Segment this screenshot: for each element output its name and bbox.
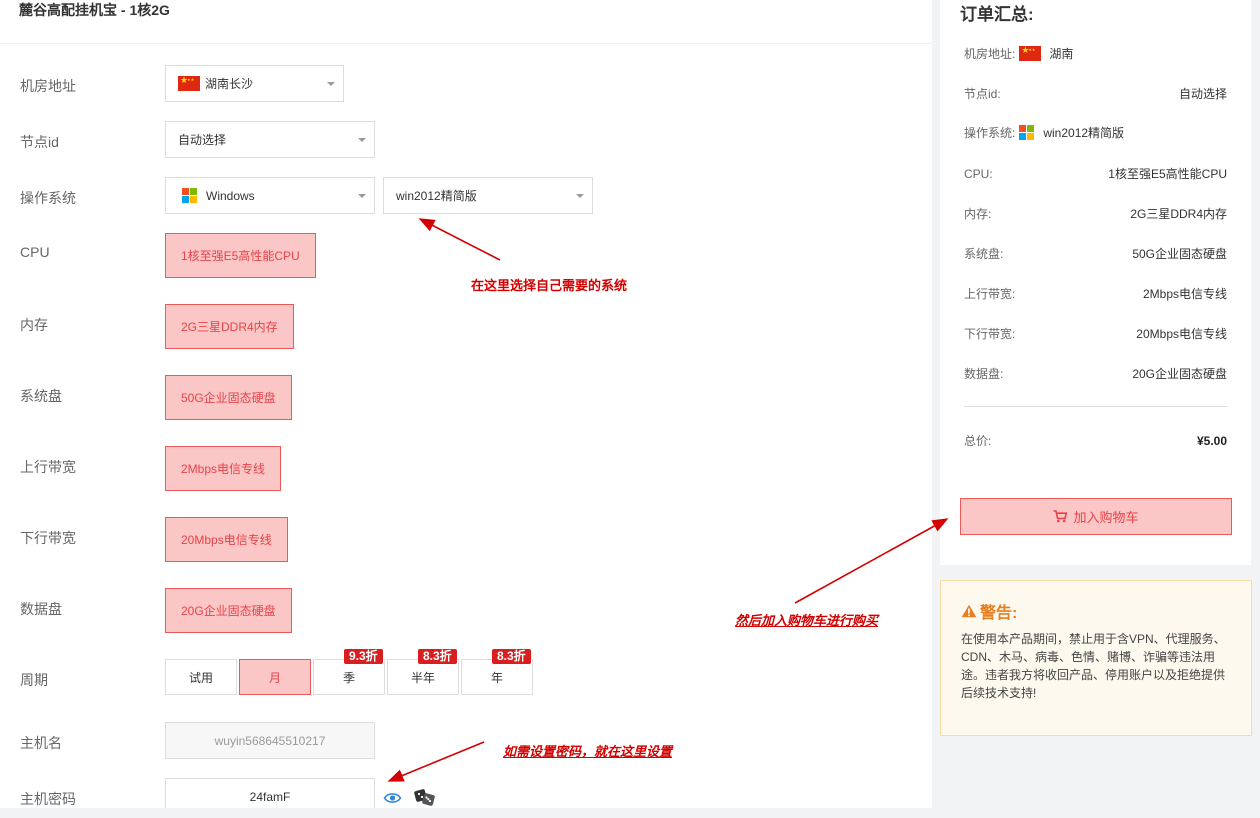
password-label: 主机密码 (20, 791, 76, 807)
summary-key: 系统盘: (964, 247, 1004, 261)
discount-badge: 9.3折 (344, 649, 383, 664)
warning-title: 警告: (980, 605, 1018, 622)
summary-row-os: 操作系统: win2012精简版 (964, 124, 1227, 141)
cpu-option[interactable]: 1核至强E5高性能CPU (165, 233, 316, 278)
china-flag-icon (178, 74, 200, 91)
warning-icon (961, 604, 977, 618)
datadisk-label: 数据盘 (20, 601, 62, 617)
node-select-value: 自动选择 (178, 133, 227, 147)
location-label: 机房地址 (20, 78, 76, 94)
summary-row-location: 机房地址: 湖南 (964, 44, 1227, 62)
summary-value: 自动选择 (1178, 87, 1227, 101)
chevron-down-icon (358, 138, 366, 142)
summary-row-cpu: CPU: 1核至强E5高性能CPU (964, 165, 1227, 182)
summary-key: 机房地址: (964, 47, 1016, 61)
warning-box: 警告: 在使用本产品期间，禁止用于含VPN、代理服务、CDN、木马、病毒、色情、… (940, 580, 1252, 736)
windows-icon (182, 187, 198, 204)
summary-key: 操作系统: (964, 126, 1016, 140)
bottom-bar (0, 808, 1260, 818)
windows-icon (1019, 124, 1035, 141)
summary-key: 节点id: (964, 87, 1001, 101)
cart-icon (1053, 510, 1068, 523)
memory-option[interactable]: 2G三星DDR4内存 (165, 304, 294, 349)
summary-row-sysdisk: 系统盘: 50G企业固态硬盘 (964, 245, 1227, 262)
annotation-select-os: 在这里选择自己需要的系统 (471, 278, 628, 293)
summary-value: 2G三星DDR4内存 (1130, 207, 1227, 221)
chevron-down-icon (327, 82, 335, 86)
cpu-label: CPU (20, 244, 50, 260)
warning-body: 在使用本产品期间，禁止用于含VPN、代理服务、CDN、木马、病毒、色情、赌博、诈… (961, 632, 1226, 700)
os-family-select[interactable]: Windows (165, 177, 375, 214)
os-family-value: Windows (206, 188, 255, 203)
summary-value: win2012精简版 (1043, 126, 1125, 140)
add-to-cart-label: 加入购物车 (1073, 510, 1139, 525)
node-select[interactable]: 自动选择 (165, 121, 375, 158)
upbw-option[interactable]: 2Mbps电信专线 (165, 446, 282, 491)
product-title: 麓谷高配挂机宝 - 1核2G (19, 2, 170, 18)
sysdisk-label: 系统盘 (20, 388, 62, 404)
datadisk-option[interactable]: 20G企业固态硬盘 (165, 588, 292, 633)
downbw-option[interactable]: 20Mbps电信专线 (165, 517, 288, 562)
summary-key: 下行带宽: (964, 327, 1016, 341)
cycle-option-trial[interactable]: 试用 (165, 659, 237, 695)
summary-value: 湖南 (1049, 47, 1074, 61)
summary-value: 1核至强E5高性能CPU (1108, 167, 1227, 181)
order-summary-panel: 订单汇总: 机房地址: 湖南 节点id: 自动选择 操作系统: win2012精… (940, 0, 1251, 565)
eye-icon[interactable] (383, 789, 402, 807)
os-version-select[interactable]: win2012精简版 (383, 177, 593, 214)
upbw-label: 上行带宽 (20, 459, 76, 475)
summary-value: 20G企业固态硬盘 (1132, 367, 1227, 381)
summary-title: 订单汇总: (960, 5, 1034, 24)
cycle-option-month[interactable]: 月 (239, 659, 311, 695)
os-label: 操作系统 (20, 190, 76, 206)
discount-badge: 8.3折 (492, 649, 531, 664)
summary-key: CPU: (964, 166, 993, 181)
node-label: 节点id (20, 134, 59, 150)
sysdisk-option[interactable]: 50G企业固态硬盘 (165, 375, 292, 420)
summary-value: 20Mbps电信专线 (1136, 327, 1227, 341)
summary-key: 数据盘: (964, 367, 1004, 381)
summary-row-upbw: 上行带宽: 2Mbps电信专线 (964, 285, 1227, 302)
cycle-option-quarter[interactable]: 季 (313, 659, 385, 695)
dice-icon[interactable] (414, 787, 436, 807)
annotation-add-cart: 然后加入购物车进行购买 (735, 614, 879, 629)
summary-row-memory: 内存: 2G三星DDR4内存 (964, 205, 1227, 222)
summary-value: 2Mbps电信专线 (1142, 287, 1227, 301)
cycle-option-year[interactable]: 年 (461, 659, 533, 695)
os-version-value: win2012精简版 (396, 189, 477, 203)
china-flag-icon (1019, 44, 1042, 61)
summary-row-downbw: 下行带宽: 20Mbps电信专线 (964, 325, 1227, 342)
cycle-label: 周期 (20, 672, 48, 688)
summary-key: 内存: (964, 207, 992, 221)
annotation-set-password: 如需设置密码，就在这里设置 (503, 745, 673, 760)
hostname-label: 主机名 (20, 735, 62, 751)
downbw-label: 下行带宽 (20, 530, 76, 546)
location-select[interactable]: 湖南长沙 (165, 65, 344, 102)
chevron-down-icon (576, 194, 584, 198)
summary-divider (964, 406, 1227, 407)
config-panel: 麓谷高配挂机宝 - 1核2G 机房地址 湖南长沙 节点id 自动选择 操作系统 … (0, 0, 932, 815)
summary-row-datadisk: 数据盘: 20G企业固态硬盘 (964, 365, 1227, 382)
memory-label: 内存 (20, 317, 48, 333)
summary-row-total: 总价: ¥5.00 (964, 432, 1227, 449)
discount-badge: 8.3折 (418, 649, 457, 664)
cycle-option-halfyear[interactable]: 半年 (387, 659, 459, 695)
summary-value: 50G企业固态硬盘 (1132, 247, 1227, 261)
hostname-input[interactable]: wuyin568645510217 (165, 722, 375, 759)
location-select-value: 湖南长沙 (205, 77, 254, 91)
summary-key: 上行带宽: (964, 287, 1016, 301)
total-price: ¥5.00 (1196, 433, 1227, 448)
chevron-down-icon (358, 194, 366, 198)
add-to-cart-button[interactable]: 加入购物车 (960, 498, 1232, 535)
summary-row-node: 节点id: 自动选择 (964, 85, 1227, 102)
summary-key: 总价: (964, 434, 992, 448)
